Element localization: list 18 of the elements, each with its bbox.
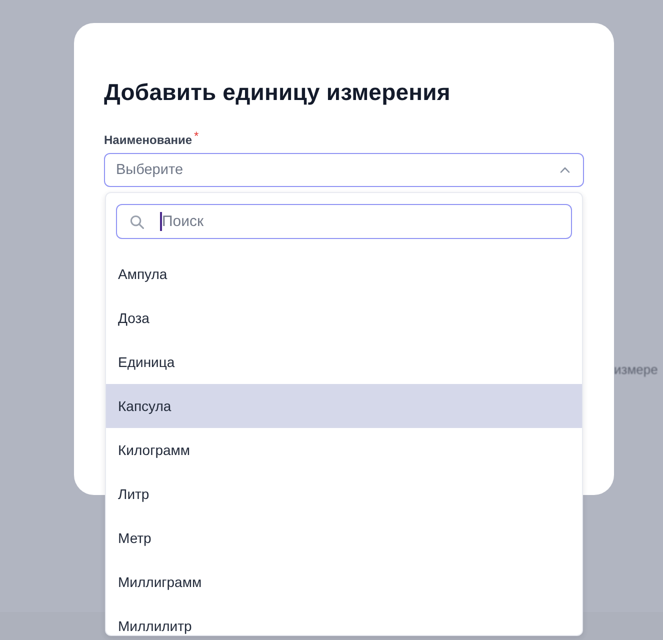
unit-option[interactable]: Килограмм	[106, 428, 582, 472]
text-cursor	[160, 212, 162, 231]
unit-option[interactable]: Капсула	[106, 384, 582, 428]
field-label: Наименование	[104, 133, 192, 147]
search-field[interactable]: Поиск	[116, 204, 572, 239]
search-icon	[130, 215, 144, 229]
unit-option[interactable]: Метр	[106, 516, 582, 560]
unit-option[interactable]: Литр	[106, 472, 582, 516]
unit-option[interactable]: Ампула	[106, 252, 582, 296]
unit-select[interactable]: Выберите	[104, 153, 584, 187]
unit-option[interactable]: Миллиграмм	[106, 560, 582, 604]
unit-option[interactable]: Доза	[106, 296, 582, 340]
dialog-title: Добавить единицу измерения	[104, 78, 452, 107]
background-page-text: измере	[614, 362, 658, 378]
unit-option[interactable]: Миллилитр	[106, 604, 582, 635]
required-asterisk: *	[194, 130, 199, 142]
unit-option[interactable]: Единица	[106, 340, 582, 384]
chevron-icon	[560, 167, 570, 173]
